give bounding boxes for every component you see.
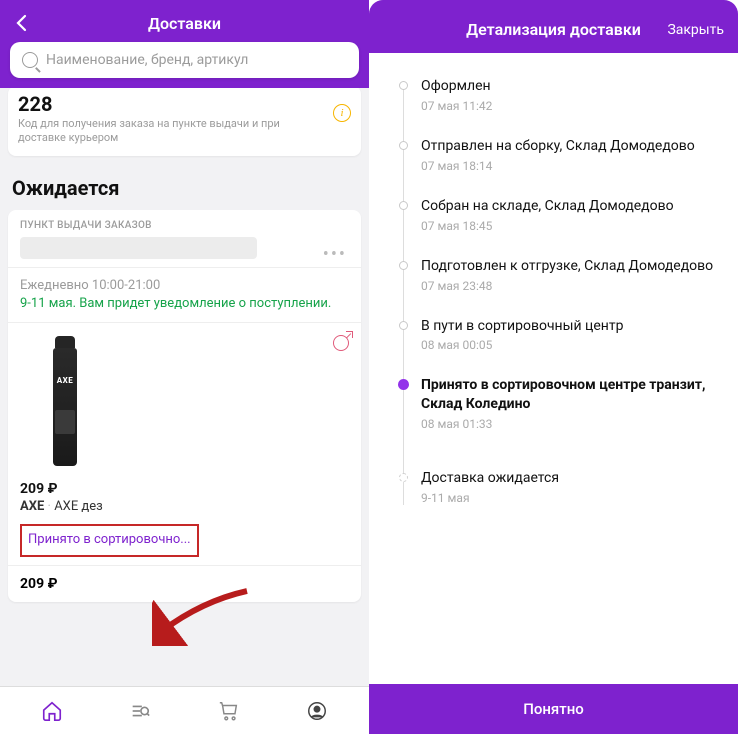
- product-title: AXE · AXE дез: [20, 499, 349, 514]
- left-content: 228 Код для получения заказа на пункте в…: [0, 88, 369, 686]
- right-header: Детализация доставки Закрыть: [369, 0, 738, 53]
- timeline-dot-active-icon: [398, 379, 409, 390]
- profile-icon: [306, 700, 328, 722]
- pickup-code: 228: [18, 92, 351, 116]
- left-header: Доставки Наименование, бренд, артикул: [0, 0, 369, 88]
- step-title: Подготовлен к отгрузке, Склад Домодедово: [421, 257, 718, 276]
- timeline-dot-icon: [399, 321, 408, 330]
- timeline-step: Оформлен 07 мая 11:42: [421, 77, 718, 113]
- timeline-step: Подготовлен к отгрузке, Склад Домодедово…: [421, 257, 718, 293]
- product-price: 209 ₽: [20, 481, 349, 497]
- close-button[interactable]: Закрыть: [667, 22, 724, 38]
- more-dots-icon[interactable]: •••: [323, 244, 347, 265]
- order-header[interactable]: ПУНКТ ВЫДАЧИ ЗАКАЗОВ •••: [8, 210, 361, 268]
- step-time: 07 мая 18:14: [421, 159, 718, 173]
- search-lines-icon: [129, 700, 151, 722]
- step-title: Доставка ожидается: [421, 469, 718, 488]
- bottom-nav: [0, 686, 369, 734]
- left-app-screen: Доставки Наименование, бренд, артикул 22…: [0, 0, 369, 734]
- timeline-step: Отправлен на сборку, Склад Домодедово 07…: [421, 137, 718, 173]
- cart-icon: [218, 700, 240, 722]
- search-placeholder: Наименование, бренд, артикул: [46, 52, 248, 68]
- home-icon: [41, 700, 63, 722]
- step-time: 08 мая 01:33: [421, 417, 718, 431]
- timeline-step: Собран на складе, Склад Домодедово 07 ма…: [421, 197, 718, 233]
- modal-title: Детализация доставки: [466, 20, 641, 39]
- search-input[interactable]: Наименование, бренд, артикул: [10, 42, 359, 78]
- step-title: Принято в сортировочном центре транзит, …: [421, 376, 718, 414]
- male-icon: [333, 335, 349, 351]
- timeline-dot-icon: [399, 261, 408, 270]
- section-title: Ожидается: [12, 176, 357, 200]
- step-title: В пути в сортировочный центр: [421, 317, 718, 336]
- search-icon: [22, 52, 38, 68]
- info-icon[interactable]: i: [333, 104, 351, 122]
- step-time: 07 мая 11:42: [421, 99, 718, 113]
- understood-button[interactable]: Понятно: [369, 684, 738, 734]
- nav-profile[interactable]: [305, 699, 329, 723]
- timeline-dot-empty-icon: [399, 473, 408, 482]
- timeline-step-active: Принято в сортировочном центре транзит, …: [421, 376, 718, 431]
- product-row[interactable]: AXE 209 ₽ AXE · AXE дез Принято в сортир…: [8, 323, 361, 565]
- nav-home[interactable]: [40, 699, 64, 723]
- timeline-content: Оформлен 07 мая 11:42 Отправлен на сборк…: [369, 53, 738, 684]
- step-time: 07 мая 23:48: [421, 279, 718, 293]
- pickup-code-card: 228 Код для получения заказа на пункте в…: [8, 88, 361, 156]
- step-title: Оформлен: [421, 77, 718, 96]
- step-time: 07 мая 18:45: [421, 219, 718, 233]
- order-card: ПУНКТ ВЫДАЧИ ЗАКАЗОВ ••• Ежедневно 10:00…: [8, 210, 361, 602]
- timeline-dot-icon: [399, 201, 408, 210]
- step-title: Отправлен на сборку, Склад Домодедово: [421, 137, 718, 156]
- timeline: Оформлен 07 мая 11:42 Отправлен на сборк…: [399, 77, 718, 505]
- timeline-dot-icon: [399, 81, 408, 90]
- schedule-row: Ежедневно 10:00-21:00 9-11 мая. Вам прид…: [8, 268, 361, 324]
- eta-text: 9-11 мая. Вам придет уведомление о посту…: [20, 295, 349, 313]
- nav-cart[interactable]: [217, 699, 241, 723]
- timeline-step-future: Доставка ожидается 9-11 мая: [421, 469, 718, 505]
- timeline-step: В пути в сортировочный центр 08 мая 00:0…: [421, 317, 718, 353]
- product-image: AXE: [20, 337, 110, 477]
- timeline-dot-icon: [399, 141, 408, 150]
- step-time: 08 мая 00:05: [421, 338, 718, 352]
- step-time: 9-11 мая: [421, 491, 718, 505]
- order-status-link[interactable]: Принято в сортировочно...: [28, 532, 191, 549]
- schedule-hours: Ежедневно 10:00-21:00: [20, 278, 349, 293]
- order-total: 209 ₽: [8, 565, 361, 602]
- pickup-code-subtitle: Код для получения заказа на пункте выдач…: [18, 117, 351, 146]
- nav-search[interactable]: [128, 699, 152, 723]
- page-title: Доставки: [10, 14, 359, 33]
- status-highlight-box[interactable]: Принято в сортировочно...: [20, 524, 199, 557]
- right-app-screen: Детализация доставки Закрыть Оформлен 07…: [369, 0, 738, 734]
- step-title: Собран на складе, Склад Домодедово: [421, 197, 718, 216]
- pickup-label: ПУНКТ ВЫДАЧИ ЗАКАЗОВ: [20, 220, 349, 231]
- address-placeholder: [20, 237, 257, 259]
